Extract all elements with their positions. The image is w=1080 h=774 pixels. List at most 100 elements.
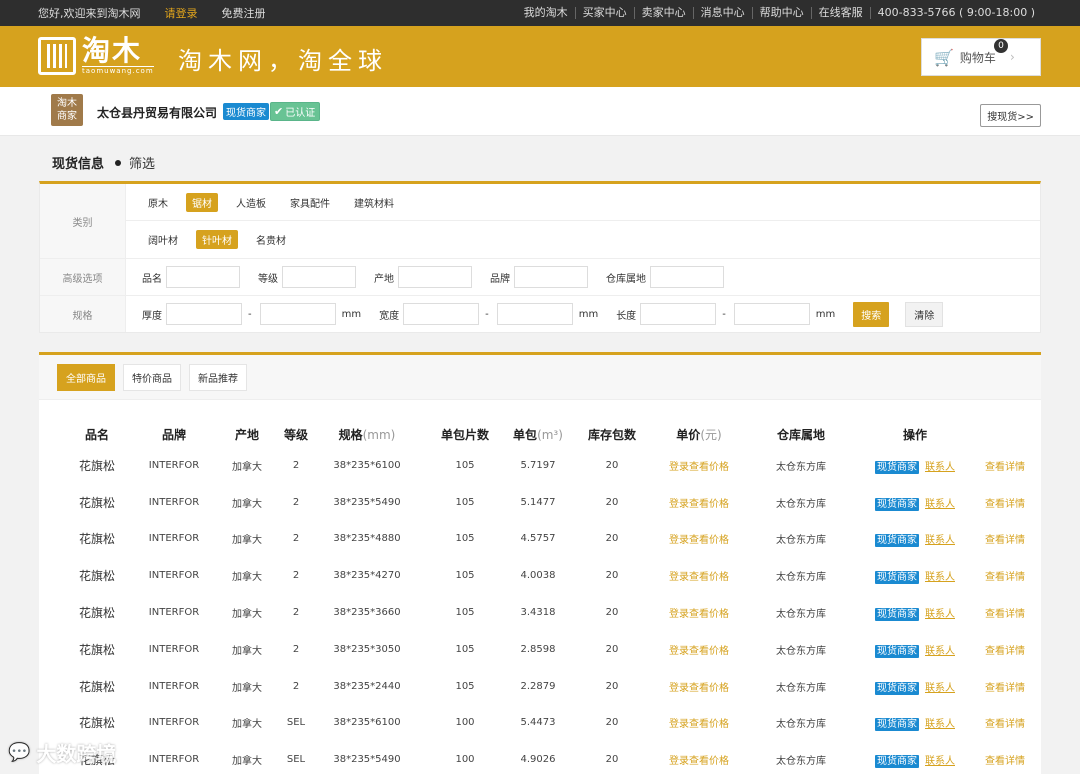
help-center-link[interactable]: 帮助中心	[751, 7, 811, 19]
site-logo[interactable]: 淘木 taomuwang.com	[38, 36, 154, 75]
view-details-link[interactable]: 查看详情	[973, 631, 1037, 668]
name-input[interactable]	[166, 266, 240, 288]
slogan: 淘木网，淘全球	[178, 47, 388, 75]
message-center-link[interactable]: 消息中心	[692, 7, 752, 19]
field-label-thickness: 厚度	[142, 310, 162, 322]
contact-link[interactable]: 联系人	[925, 609, 955, 620]
contact-link[interactable]: 联系人	[925, 499, 955, 510]
length-min-input[interactable]	[640, 303, 717, 325]
contact-link[interactable]: 联系人	[925, 756, 955, 767]
contact-link[interactable]: 联系人	[925, 646, 955, 657]
search-button[interactable]: 搜索	[853, 301, 890, 327]
register-link[interactable]: 免费注册	[222, 5, 266, 21]
cell-pieces: 105	[455, 533, 475, 545]
view-details-link[interactable]: 查看详情	[973, 741, 1037, 774]
cell-pieces: 100	[455, 754, 475, 766]
cell-stock: 20	[605, 717, 619, 729]
bullet-dot-icon	[115, 159, 122, 166]
shield-check-icon: ✔	[274, 105, 284, 118]
view-details-link[interactable]: 查看详情	[973, 447, 1037, 484]
spot-merchant-tag: 现货商家	[223, 103, 269, 120]
cell-stock: 20	[605, 533, 619, 545]
login-view-price-link[interactable]: 登录查看价格	[653, 557, 745, 594]
table-row: 花旗松 INTERFOR 加拿大 2 38*235*3660 105 3.4318 20 登录查…	[57, 594, 1037, 631]
login-view-price-link[interactable]: 登录查看价格	[653, 741, 745, 774]
login-link[interactable]: 请登录	[165, 5, 198, 21]
thickness-max-input[interactable]	[259, 303, 336, 325]
view-details-link[interactable]: 查看详情	[973, 557, 1037, 594]
contact-link[interactable]: 联系人	[925, 719, 955, 730]
chevron-right-icon: ›	[1009, 50, 1015, 64]
contact-link[interactable]: 联系人	[925, 535, 955, 546]
width-max-input[interactable]	[496, 303, 573, 325]
view-details-link[interactable]: 查看详情	[973, 705, 1037, 742]
cart-count-badge: 0	[994, 39, 1008, 53]
filter-label-category: 类别	[40, 184, 126, 258]
cell-pieces: 105	[455, 459, 475, 471]
cell-stock: 20	[605, 607, 619, 619]
col-warehouse: 仓库属地	[776, 427, 825, 442]
view-details-link[interactable]: 查看详情	[973, 521, 1037, 558]
online-service-link[interactable]: 在线客服	[810, 7, 870, 19]
cell-volume: 2.8598	[520, 643, 556, 655]
cell-ops: 现货商家 联系人	[857, 594, 973, 631]
contact-link[interactable]: 联系人	[925, 572, 955, 583]
category-chip[interactable]: 原木	[142, 193, 174, 212]
cell-ops: 现货商家 联系人	[857, 557, 973, 594]
category-chip-active[interactable]: 锯材	[186, 192, 218, 212]
origin-input[interactable]	[398, 266, 472, 288]
view-details-link[interactable]: 查看详情	[973, 594, 1037, 631]
search-spot-button[interactable]: 搜现货>>	[980, 104, 1041, 127]
view-details-link[interactable]: 查看详情	[973, 484, 1037, 521]
seller-center-link[interactable]: 卖家中心	[633, 7, 693, 19]
category-chip[interactable]: 家具配件	[284, 193, 336, 212]
cell-grade: 2	[292, 680, 300, 692]
cart-button[interactable]: 🛒 0 购物车 ›	[921, 38, 1041, 76]
company-name[interactable]: 太仓县丹贸易有限公司	[97, 104, 217, 121]
cell-brand: INTERFOR	[148, 643, 200, 655]
spot-merchant-tag: 现货商家	[875, 571, 919, 585]
width-min-input[interactable]	[403, 303, 480, 325]
login-view-price-link[interactable]: 登录查看价格	[653, 594, 745, 631]
tab-new-products[interactable]: 新品推荐	[189, 363, 247, 391]
cell-warehouse: 太仓东方库	[776, 535, 826, 547]
cell-volume: 4.9026	[520, 754, 556, 766]
cell-warehouse: 太仓东方库	[776, 719, 826, 731]
spot-merchant-tag: 现货商家	[875, 681, 919, 695]
login-view-price-link[interactable]: 登录查看价格	[653, 705, 745, 742]
contact-link[interactable]: 联系人	[925, 683, 955, 694]
login-view-price-link[interactable]: 登录查看价格	[653, 484, 745, 521]
login-view-price-link[interactable]: 登录查看价格	[653, 521, 745, 558]
view-details-link[interactable]: 查看详情	[973, 668, 1037, 705]
product-panel: 全部商品 特价商品 新品推荐 品名 品牌 产地 等级 规格(mm) 单包片数 单…	[39, 352, 1041, 774]
login-view-price-link[interactable]: 登录查看价格	[653, 447, 745, 484]
category-chip[interactable]: 人造板	[230, 193, 272, 212]
col-grade: 等级	[283, 427, 308, 442]
cell-spec: 38*235*4880	[333, 533, 401, 545]
my-taomu-link[interactable]: 我的淘木	[517, 7, 575, 19]
col-spec: 规格(mm)	[338, 427, 396, 442]
table-row: 花旗松 INTERFOR 加拿大 2 38*235*4880 105 4.5757 20 登录查…	[57, 521, 1037, 558]
category-chip[interactable]: 建筑材料	[348, 193, 400, 212]
logo-text: 淘木	[82, 34, 143, 67]
contact-link[interactable]: 联系人	[925, 462, 955, 473]
subcategory-chip[interactable]: 阔叶材	[142, 230, 184, 249]
subcategory-chip-active[interactable]: 针叶材	[196, 230, 238, 249]
login-view-price-link[interactable]: 登录查看价格	[653, 631, 745, 668]
length-max-input[interactable]	[733, 303, 810, 325]
watermark: 💬 大数跨境	[8, 742, 117, 766]
brand-input[interactable]	[514, 266, 588, 288]
warehouse-input[interactable]	[650, 266, 724, 288]
buyer-center-link[interactable]: 买家中心	[574, 7, 634, 19]
cell-stock: 20	[605, 570, 619, 582]
clear-button[interactable]: 清除	[905, 301, 944, 327]
thickness-min-input[interactable]	[166, 303, 242, 325]
tab-all-products[interactable]: 全部商品	[57, 363, 115, 391]
filter-row-category: 类别 原木 锯材 人造板 家具配件 建筑材料 阔叶材 针叶材 名贵材	[40, 184, 1040, 259]
tab-special-offers[interactable]: 特价商品	[123, 363, 181, 391]
cell-origin: 加拿大	[232, 498, 262, 510]
grade-input[interactable]	[282, 266, 356, 288]
login-view-price-link[interactable]: 登录查看价格	[653, 668, 745, 705]
cell-brand: INTERFOR	[148, 680, 200, 692]
subcategory-chip[interactable]: 名贵材	[250, 230, 292, 249]
